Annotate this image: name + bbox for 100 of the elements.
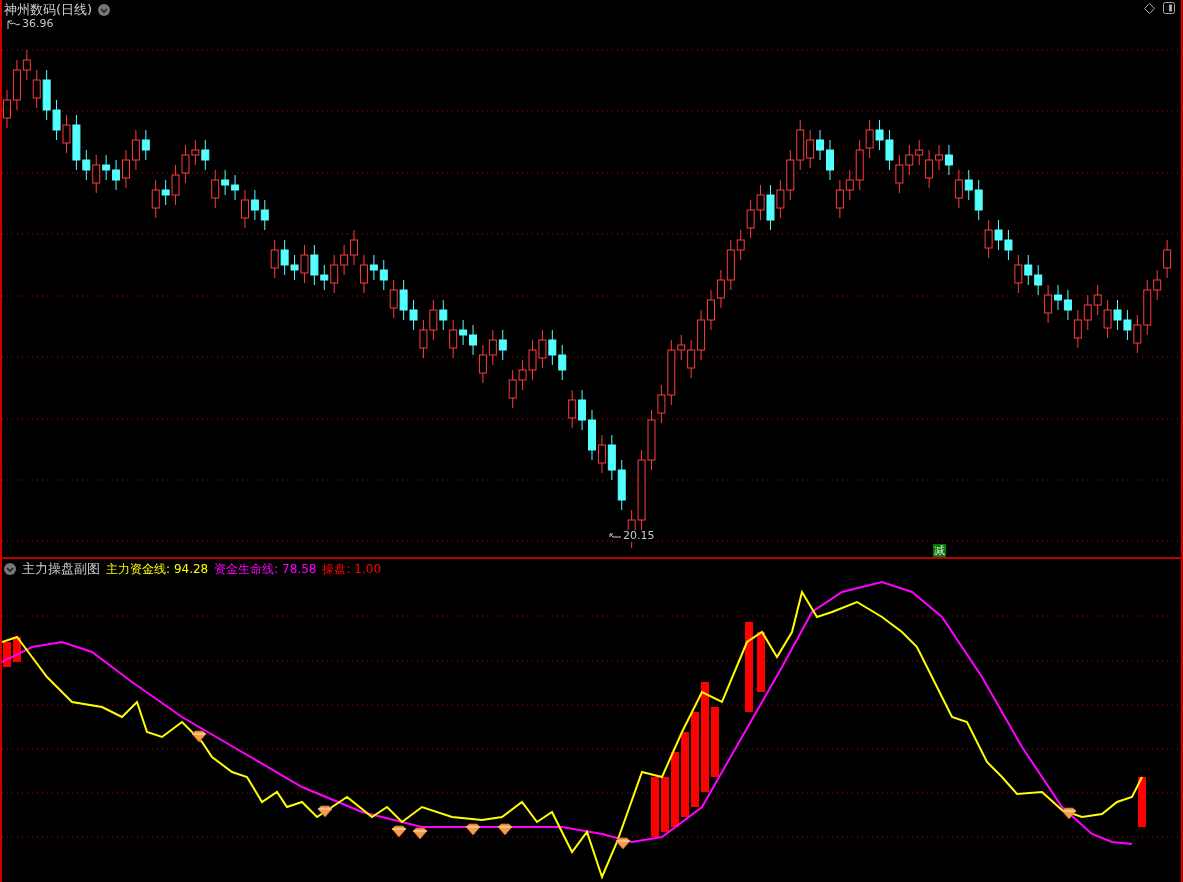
candlestick	[340, 244, 349, 276]
candlestick	[32, 69, 41, 109]
candlestick	[786, 149, 795, 201]
candlestick	[607, 434, 616, 481]
high-price-label: 36.96	[22, 18, 54, 30]
candlestick	[766, 184, 775, 231]
candlestick	[250, 189, 259, 221]
candlestick	[1133, 314, 1142, 354]
panel-toggle-icon[interactable]	[1163, 2, 1175, 14]
candlestick	[964, 169, 973, 201]
candlestick	[439, 299, 448, 331]
candlestick	[1014, 254, 1023, 294]
candlestick	[578, 389, 587, 431]
candlestick	[865, 119, 874, 159]
candlestick	[944, 144, 953, 176]
candlestick	[746, 199, 755, 239]
signal-tag: 减	[933, 544, 946, 557]
signal-bar	[711, 707, 719, 777]
candlestick	[796, 119, 805, 171]
candlestick	[835, 179, 844, 219]
legend-item: 操盘: 1.00	[322, 560, 382, 578]
candlestick	[954, 169, 963, 209]
candlestick	[716, 269, 725, 309]
candlestick	[201, 139, 210, 171]
chart-title: 神州数码(日线)	[4, 1, 93, 19]
diamond-icon	[615, 837, 631, 850]
candlestick	[1103, 299, 1112, 339]
candlestick	[1093, 284, 1102, 316]
diamond-icon	[412, 827, 428, 840]
indicator-name: 主力操盘副图	[22, 560, 100, 578]
diamond-icon	[497, 823, 513, 836]
candlestick	[518, 359, 527, 391]
candlestick	[131, 129, 140, 171]
candlestick	[508, 369, 517, 409]
candlestick	[597, 434, 606, 474]
candlestick	[429, 299, 438, 341]
diamond-icon	[465, 823, 481, 836]
candlestick	[1113, 299, 1122, 331]
candlestick	[875, 119, 884, 151]
diamond-icon	[191, 730, 207, 743]
candlestick	[816, 129, 825, 161]
candlestick	[895, 154, 904, 194]
candlestick	[1163, 239, 1172, 279]
candlestick	[270, 239, 279, 279]
candlestick	[1034, 264, 1043, 296]
signal-bar	[13, 637, 21, 662]
arrow-icon	[609, 533, 621, 541]
candlestick	[409, 299, 418, 331]
candlestick	[776, 179, 785, 219]
candlestick	[112, 159, 121, 191]
candlestick	[488, 329, 497, 366]
signal-bar	[1138, 777, 1146, 827]
candlestick	[697, 309, 706, 361]
candlestick	[994, 219, 1003, 251]
candlestick	[379, 259, 388, 291]
candlestick	[905, 144, 914, 176]
legend-item: 资金生命线: 78.58	[214, 560, 317, 578]
candlestick	[617, 459, 626, 511]
candlestick	[1024, 254, 1033, 286]
candlestick	[528, 339, 537, 381]
candlestick	[806, 129, 815, 169]
candlestick	[260, 199, 269, 231]
candlestick	[52, 99, 61, 141]
candlestick	[825, 139, 834, 181]
diamond-icon	[1061, 807, 1077, 820]
chevron-down-icon[interactable]	[4, 563, 16, 575]
arrow-icon	[7, 20, 21, 30]
diamond-icon	[391, 825, 407, 838]
candlestick	[548, 329, 557, 366]
candlestick	[756, 184, 765, 221]
legend-item: 主力资金线: 94.28	[106, 560, 209, 578]
candlestick	[1004, 229, 1013, 261]
signal-bar	[3, 642, 11, 667]
candlestick	[62, 114, 71, 154]
signal-bar	[661, 777, 669, 832]
chevron-down-icon[interactable]	[98, 4, 111, 16]
candlestick	[885, 129, 894, 171]
candlestick	[568, 389, 577, 429]
candlestick	[498, 329, 507, 361]
candlestick	[280, 239, 289, 276]
candlestick	[974, 179, 983, 221]
candlestick	[350, 229, 359, 266]
low-price-label: 20.15	[623, 530, 655, 542]
candlestick	[1123, 309, 1132, 341]
candlestick	[1063, 289, 1072, 321]
candlestick	[558, 344, 567, 381]
candlestick	[141, 129, 150, 161]
candlestick	[42, 69, 51, 121]
signal-bar	[651, 777, 659, 837]
candlestick	[538, 329, 547, 369]
candlestick	[478, 344, 487, 384]
candlestick	[1073, 309, 1082, 349]
candlestick	[399, 279, 408, 321]
candlestick	[984, 219, 993, 259]
diamond-icon	[317, 805, 333, 818]
candlestick	[389, 279, 398, 319]
candlestick	[1083, 294, 1092, 331]
diamond-outline-icon[interactable]	[1144, 2, 1155, 14]
candlestick	[419, 319, 428, 359]
signal-bar	[757, 632, 765, 692]
